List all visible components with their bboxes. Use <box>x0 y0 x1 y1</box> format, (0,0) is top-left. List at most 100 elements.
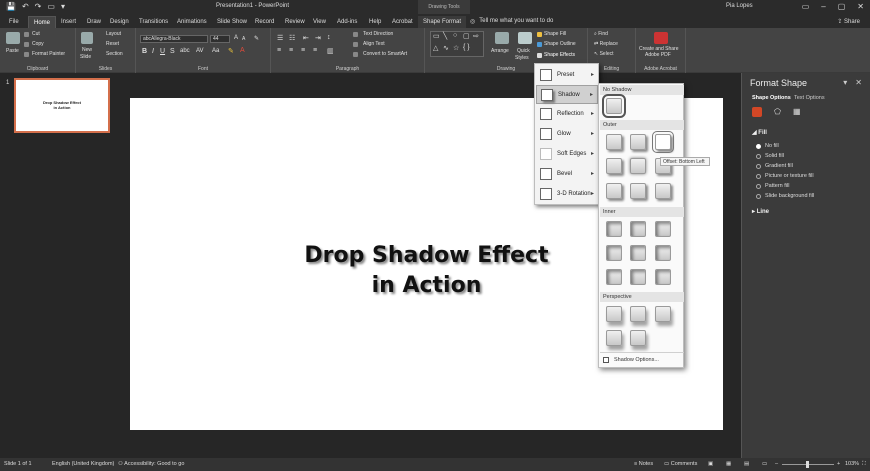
chevron-down-icon[interactable]: ▾ <box>843 78 847 87</box>
radio-background-fill[interactable]: Slide background fill <box>756 193 814 199</box>
layout-button[interactable]: Layout <box>106 31 121 37</box>
paste-label[interactable]: Paste <box>6 48 19 54</box>
shadow-option-perspective[interactable] <box>655 306 671 322</box>
shadow-option-inner[interactable] <box>606 269 622 285</box>
quick-styles-label-2[interactable]: Styles <box>515 55 529 61</box>
text-direction-button[interactable]: Text Direction <box>363 31 393 37</box>
curve-shape-icon[interactable]: ∿ <box>443 44 449 52</box>
triangle-shape-icon[interactable]: △ <box>433 44 438 52</box>
tab-transitions[interactable]: Transitions <box>134 16 173 28</box>
tab-add-ins[interactable]: Add-ins <box>332 16 362 28</box>
quick-styles-icon[interactable] <box>518 32 532 44</box>
indent-icon[interactable]: ⇤ <box>303 34 309 42</box>
arrange-icon[interactable] <box>495 32 509 44</box>
new-slide-label[interactable]: New <box>82 47 92 53</box>
normal-view-icon[interactable]: ▣ <box>708 461 713 467</box>
justify-icon[interactable]: ≡ <box>313 47 317 54</box>
zoom-out-icon[interactable]: – <box>775 461 778 467</box>
menu-item-3d-rotation[interactable]: 3-D Rotation ▸ <box>536 185 598 204</box>
align-right-icon[interactable]: ≡ <box>301 47 305 54</box>
effects-pentagon-icon[interactable]: ⬠ <box>774 107 781 117</box>
accessibility-checker[interactable]: ⚇ Accessibility: Good to go <box>118 461 184 467</box>
tab-home[interactable]: Home <box>28 16 57 28</box>
radio-solid-fill[interactable]: Solid fill <box>756 153 784 159</box>
menu-item-preset[interactable]: Preset ▸ <box>536 66 598 85</box>
shadow-option-outer[interactable] <box>630 158 646 174</box>
slide-sorter-icon[interactable]: ▦ <box>726 461 731 467</box>
numbering-icon[interactable]: ☷ <box>289 34 295 42</box>
radio-picture-fill[interactable]: Picture or texture fill <box>756 173 814 179</box>
tab-text-options[interactable]: Text Options <box>794 95 825 101</box>
cut-button[interactable]: Cut <box>32 31 40 37</box>
tab-help[interactable]: Help <box>364 16 386 28</box>
tab-insert[interactable]: Insert <box>56 16 81 28</box>
line-shape-icon[interactable]: ╲ <box>443 32 447 40</box>
tab-acrobat[interactable]: Acrobat <box>387 16 418 28</box>
format-painter-button[interactable]: Format Painter <box>32 51 65 57</box>
shadow-option-inner[interactable] <box>655 269 671 285</box>
quick-styles-label[interactable]: Quick <box>517 48 530 54</box>
tab-file[interactable]: File <box>4 16 24 28</box>
shadow-option-outer[interactable] <box>630 183 646 199</box>
redo-icon[interactable]: ↷ <box>35 2 42 11</box>
brace-shape-icon[interactable]: { } <box>463 44 470 51</box>
zoom-slider-handle[interactable] <box>806 461 809 468</box>
new-slide-label-2[interactable]: Slide <box>80 54 91 60</box>
arrow-shape-icon[interactable]: ⇨ <box>473 32 479 40</box>
rectangle-shape-icon[interactable]: ▭ <box>433 32 440 40</box>
oval-shape-icon[interactable]: ○ <box>453 32 457 39</box>
outdent-icon[interactable]: ⇥ <box>315 34 321 42</box>
font-size-field[interactable]: 44 <box>210 35 230 43</box>
shadow-option-inner[interactable] <box>630 221 646 237</box>
shadow-option-outer[interactable] <box>630 134 646 150</box>
shapes-gallery[interactable]: ▭ ╲ ○ ▢ ⇨ △ ∿ ☆ { } <box>430 31 484 57</box>
align-center-icon[interactable]: ≡ <box>289 47 293 54</box>
shadow-option-outer-hovered[interactable] <box>652 131 674 153</box>
shadow-text-icon[interactable]: S <box>170 48 175 55</box>
share-button[interactable]: ⇪ Share <box>837 18 860 25</box>
adobe-pdf-icon[interactable] <box>654 32 668 44</box>
shadow-option-inner[interactable] <box>606 221 622 237</box>
bullets-icon[interactable]: ☰ <box>277 34 283 42</box>
arrange-label[interactable]: Arrange <box>491 48 509 54</box>
tab-slide-show[interactable]: Slide Show <box>212 16 252 28</box>
minimize-icon[interactable]: – <box>821 2 825 11</box>
shadow-option-perspective[interactable] <box>630 306 646 322</box>
menu-item-glow[interactable]: Glow ▸ <box>536 125 598 144</box>
radio-pattern-fill[interactable]: Pattern fill <box>756 183 789 189</box>
shadow-option-outer[interactable] <box>606 158 622 174</box>
tab-shape-options[interactable]: Shape Options <box>752 95 791 101</box>
shadow-options-button[interactable]: Shadow Options... <box>600 352 684 366</box>
star-shape-icon[interactable]: ☆ <box>453 44 459 52</box>
shadow-option-outer[interactable] <box>655 183 671 199</box>
save-icon[interactable]: 💾 <box>6 2 16 11</box>
reset-button[interactable]: Reset <box>106 41 119 47</box>
adobe-pdf-label[interactable]: Adobe PDF <box>645 52 671 58</box>
shadow-option-inner[interactable] <box>655 245 671 261</box>
shape-effects-button[interactable]: Shape Effects <box>544 52 575 58</box>
shadow-option-perspective[interactable] <box>630 330 646 346</box>
radio-no-fill[interactable]: No fill <box>756 143 779 149</box>
ribbon-display-icon[interactable]: ▭ <box>802 2 810 11</box>
rounded-rect-shape-icon[interactable]: ▢ <box>463 32 470 40</box>
user-name[interactable]: Pia Lopes <box>726 3 753 9</box>
new-slide-icon[interactable] <box>81 32 93 44</box>
slide-thumbnail[interactable]: Drop Shadow Effect in Action <box>14 78 110 133</box>
comments-button[interactable]: ▭ Comments <box>664 461 697 467</box>
change-case-icon[interactable]: Aa <box>212 48 219 54</box>
customize-qat-icon[interactable]: ▾ <box>61 2 65 11</box>
shadow-option-perspective[interactable] <box>606 306 622 322</box>
font-color-icon[interactable]: A <box>240 47 245 54</box>
font-name-field[interactable]: abcAllegra-Black <box>140 35 208 43</box>
menu-item-soft-edges[interactable]: Soft Edges ▸ <box>536 145 598 164</box>
tab-view[interactable]: View <box>308 16 331 28</box>
align-left-icon[interactable]: ≡ <box>277 47 281 54</box>
zoom-level[interactable]: 103% <box>845 461 859 467</box>
notes-button[interactable]: ≡ Notes <box>634 461 653 467</box>
tab-animations[interactable]: Animations <box>172 16 212 28</box>
shape-fill-button[interactable]: Shape Fill <box>544 31 566 37</box>
copy-button[interactable]: Copy <box>32 41 44 47</box>
tell-me-box[interactable]: ◎ Tell me what you want to do <box>470 18 553 25</box>
strikethrough-icon[interactable]: abc <box>180 48 190 54</box>
clear-format-icon[interactable]: ✎ <box>254 35 259 42</box>
